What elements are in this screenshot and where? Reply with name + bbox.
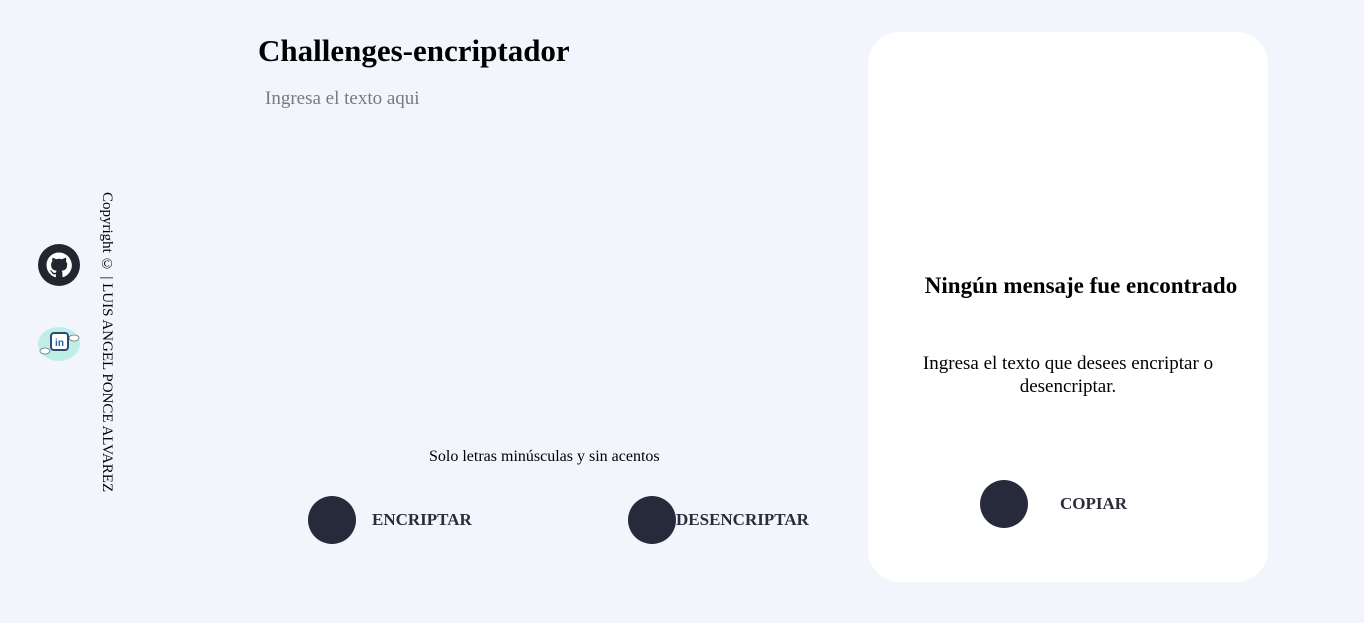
copy-button[interactable]: COPIAR [980, 480, 1127, 528]
decrypt-button-icon [628, 496, 676, 544]
result-card: Ningún mensaje fue encontrado Ingresa el… [868, 32, 1268, 582]
page: in Copyright © | LUIS ANGEL PONCE ALVARE… [0, 0, 1364, 623]
result-message: Ingresa el texto que desees encriptar o … [922, 353, 1214, 397]
encrypt-button-label: ENCRIPTAR [372, 510, 472, 529]
encrypt-button-icon [308, 496, 356, 544]
decrypt-button[interactable]: DESENCRIPTAR [628, 496, 809, 544]
copy-button-label: COPIAR [1060, 494, 1128, 513]
encrypt-button[interactable]: ENCRIPTAR [308, 496, 472, 544]
github-icon[interactable] [38, 244, 80, 286]
text-input[interactable] [258, 86, 838, 416]
result-title: Ningún mensaje fue encontrado [924, 273, 1238, 298]
svg-text:in: in [55, 338, 64, 349]
copyright-text: Copyright © | LUIS ANGEL PONCE ALVAREZ [99, 192, 115, 493]
decrypt-button-label: DESENCRIPTAR [676, 510, 809, 529]
copy-button-icon [980, 480, 1028, 528]
linkedin-icon[interactable]: in [36, 324, 82, 364]
page-title: Challenges-encriptador [258, 33, 570, 68]
input-hint: Solo letras minúsculas y sin acentos [429, 448, 660, 465]
